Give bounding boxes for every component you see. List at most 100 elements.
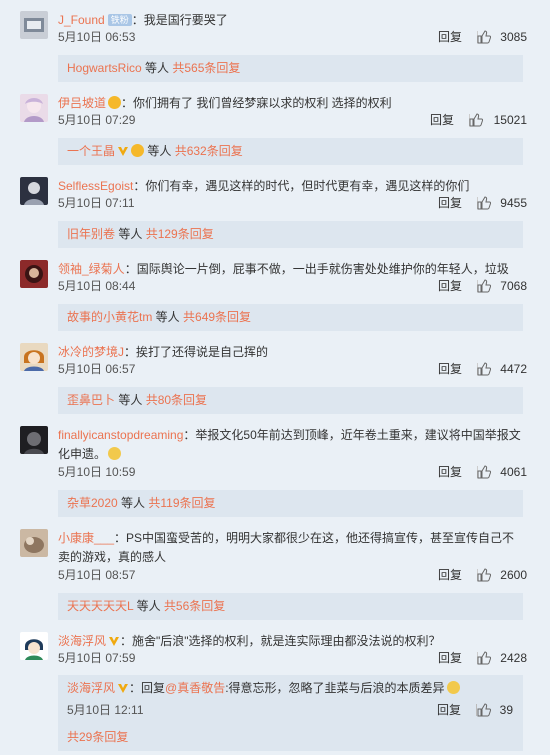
reply-button[interactable]: 回复 xyxy=(438,277,462,295)
like-button[interactable]: 9455 xyxy=(477,194,527,212)
reply-count-link[interactable]: 共565条回复 xyxy=(172,61,240,75)
reply-users[interactable]: 歪鼻巴卜 xyxy=(67,393,115,407)
comment-text: 小康康___：PS中国蛮受苦的，明明大家都很少在这，他还得搞宣传，甚至宣传自己不… xyxy=(58,529,528,567)
comment-meta: 5月10日 07:29 回复 15021 xyxy=(58,111,528,129)
comment-body-line1: ：举报文化50年前达到顶峰，近年卷土重来，建议将中国举报文 xyxy=(183,428,521,442)
timestamp: 5月10日 06:57 xyxy=(58,362,136,376)
reply-count-link[interactable]: 共649条回复 xyxy=(183,310,251,324)
timestamp: 5月10日 08:57 xyxy=(58,568,136,582)
replies-summary[interactable]: 一个王晶 等人 共632条回复 xyxy=(58,138,523,165)
like-button[interactable]: 2600 xyxy=(477,566,527,584)
reply-count-link[interactable]: 共29条回复 xyxy=(67,730,128,744)
reply-users[interactable]: 天天天天天L xyxy=(67,599,133,613)
reply-suffix: 等人 xyxy=(115,393,146,407)
replies-summary[interactable]: 天天天天天L 等人 共56条回复 xyxy=(58,593,523,620)
like-count: 9455 xyxy=(500,196,527,210)
sub-reply-text: 淡海浮风 ：回复@真香敬告:得意忘形，忽略了韭菜与后浪的本质差异 xyxy=(67,679,460,698)
username-link[interactable]: 淡海浮风 xyxy=(67,681,115,695)
reply-button[interactable]: 回复 xyxy=(438,566,462,584)
reply-button[interactable]: 回复 xyxy=(437,701,461,719)
replies-summary[interactable]: 杂草2020 等人 共119条回复 xyxy=(58,490,523,517)
emoji-icon xyxy=(446,681,460,694)
reply-suffix: 等人 xyxy=(133,599,164,613)
like-button[interactable]: 3085 xyxy=(477,28,527,46)
like-count: 7068 xyxy=(500,279,527,293)
username-link[interactable]: 伊吕坡道 xyxy=(58,96,106,110)
avatar[interactable] xyxy=(20,632,48,660)
reply-users[interactable]: 一个王晶 xyxy=(67,144,115,158)
thumbs-up-icon xyxy=(477,362,491,376)
timestamp: 5月10日 10:59 xyxy=(58,465,136,479)
thumbs-up-icon xyxy=(477,651,491,665)
replies-summary[interactable]: 共29条回复 xyxy=(58,723,523,751)
like-button[interactable]: 7068 xyxy=(477,277,527,295)
username-link[interactable]: 领袖_绿菊人 xyxy=(58,262,125,276)
reply-button[interactable]: 回复 xyxy=(438,28,462,46)
like-count: 4472 xyxy=(500,362,527,376)
reply-button[interactable]: 回复 xyxy=(430,111,454,129)
reply-count-link[interactable]: 共56条回复 xyxy=(164,599,225,613)
like-button[interactable]: 39 xyxy=(477,701,513,719)
avatar[interactable] xyxy=(20,529,48,557)
like-count: 4061 xyxy=(500,465,527,479)
reply-users[interactable]: 旧年别卷 xyxy=(67,227,115,241)
timestamp: 5月10日 12:11 xyxy=(67,703,144,717)
thumbs-up-icon xyxy=(477,465,491,479)
avatar[interactable] xyxy=(20,343,48,371)
replies-summary[interactable]: 歪鼻巴卜 等人 共80条回复 xyxy=(58,387,523,414)
emoji-icon xyxy=(131,144,145,157)
comment-body: ：施舍"后浪"选择的权利，就是连实际理由都没法说的权利？ xyxy=(120,634,441,648)
like-count: 39 xyxy=(499,703,513,717)
username-link[interactable]: 冰冷的梦境J xyxy=(58,345,124,359)
comment-body-line2: 化申遗。 xyxy=(58,447,107,461)
thumbs-up-icon xyxy=(477,196,491,210)
reply-count-link[interactable]: 共129条回复 xyxy=(146,227,214,241)
reply-users[interactable]: 杂草2020 xyxy=(67,496,118,510)
thumbs-up-icon xyxy=(477,568,491,582)
like-button[interactable]: 15021 xyxy=(469,111,527,129)
reply-suffix: 等人 xyxy=(144,144,175,158)
username-link[interactable]: finallyicanstopdreaming xyxy=(58,428,183,442)
comment-meta: 5月10日 07:11 回复 9455 xyxy=(58,194,528,212)
comment-body-line2: 卖的游戏，真的感人 xyxy=(58,550,167,564)
reply-button[interactable]: 回复 xyxy=(438,360,462,378)
reply-users[interactable]: 故事的小黄花tm xyxy=(67,310,152,324)
reply-suffix: 等人 xyxy=(141,61,173,75)
like-button[interactable]: 4472 xyxy=(477,360,527,378)
username-link[interactable]: J_Found xyxy=(58,13,105,27)
avatar[interactable] xyxy=(20,11,48,39)
replies-summary[interactable]: 故事的小黄花tm 等人 共649条回复 xyxy=(58,304,523,331)
like-button[interactable]: 4061 xyxy=(477,463,527,481)
comment-body: ：你们有幸，遇见这样的时代，但时代更有幸，遇见这样的你们 xyxy=(133,179,470,193)
avatar[interactable] xyxy=(20,426,48,454)
reply-count-link[interactable]: 共632条回复 xyxy=(175,144,243,158)
like-count: 2600 xyxy=(500,568,527,582)
comment-body: ：你们拥有了 我们曾经梦寐以求的权利 选择的权利 xyxy=(121,96,392,110)
emoji-icon xyxy=(108,447,122,460)
reply-button[interactable]: 回复 xyxy=(438,194,462,212)
comment-meta: 5月10日 10:59 回复 4061 xyxy=(58,463,528,481)
sub-reply: 淡海浮风 ：回复@真香敬告:得意忘形，忽略了韭菜与后浪的本质差异 5月10日 12… xyxy=(58,675,523,723)
reply-count-link[interactable]: 共119条回复 xyxy=(148,496,215,510)
comment-feed: J_Found 铁粉 ：我是国行要哭了 5月10日 06:53 回复 3085 Ho… xyxy=(0,0,550,755)
like-button[interactable]: 2428 xyxy=(477,649,527,667)
thumbs-up-icon xyxy=(469,113,483,127)
username-link[interactable]: 淡海浮风 xyxy=(58,634,106,648)
avatar[interactable] xyxy=(20,260,48,288)
comment-text: finallyicanstopdreaming：举报文化50年前达到顶峰，近年卷… xyxy=(58,426,528,464)
reply-button[interactable]: 回复 xyxy=(438,463,462,481)
avatar[interactable] xyxy=(20,177,48,205)
reply-suffix: 等人 xyxy=(115,227,146,241)
comment-body: ：挨打了还得说是自己挥的 xyxy=(124,345,269,359)
replies-summary[interactable]: 旧年别卷 等人 共129条回复 xyxy=(58,221,523,248)
reply-users[interactable]: HogwartsRico xyxy=(67,61,142,75)
username-link[interactable]: 小康康___ xyxy=(58,531,114,545)
sub-reply-meta: 5月10日 12:11 回复 39 xyxy=(67,701,513,719)
reply-suffix: 等人 xyxy=(152,310,184,324)
reply-button[interactable]: 回复 xyxy=(438,649,462,667)
mention-link[interactable]: @真香敬告 xyxy=(165,681,225,695)
reply-count-link[interactable]: 共80条回复 xyxy=(146,393,207,407)
username-link[interactable]: SelflessEgoist xyxy=(58,179,133,193)
avatar[interactable] xyxy=(20,94,48,122)
replies-summary[interactable]: HogwartsRico 等人 共565条回复 xyxy=(58,55,523,82)
